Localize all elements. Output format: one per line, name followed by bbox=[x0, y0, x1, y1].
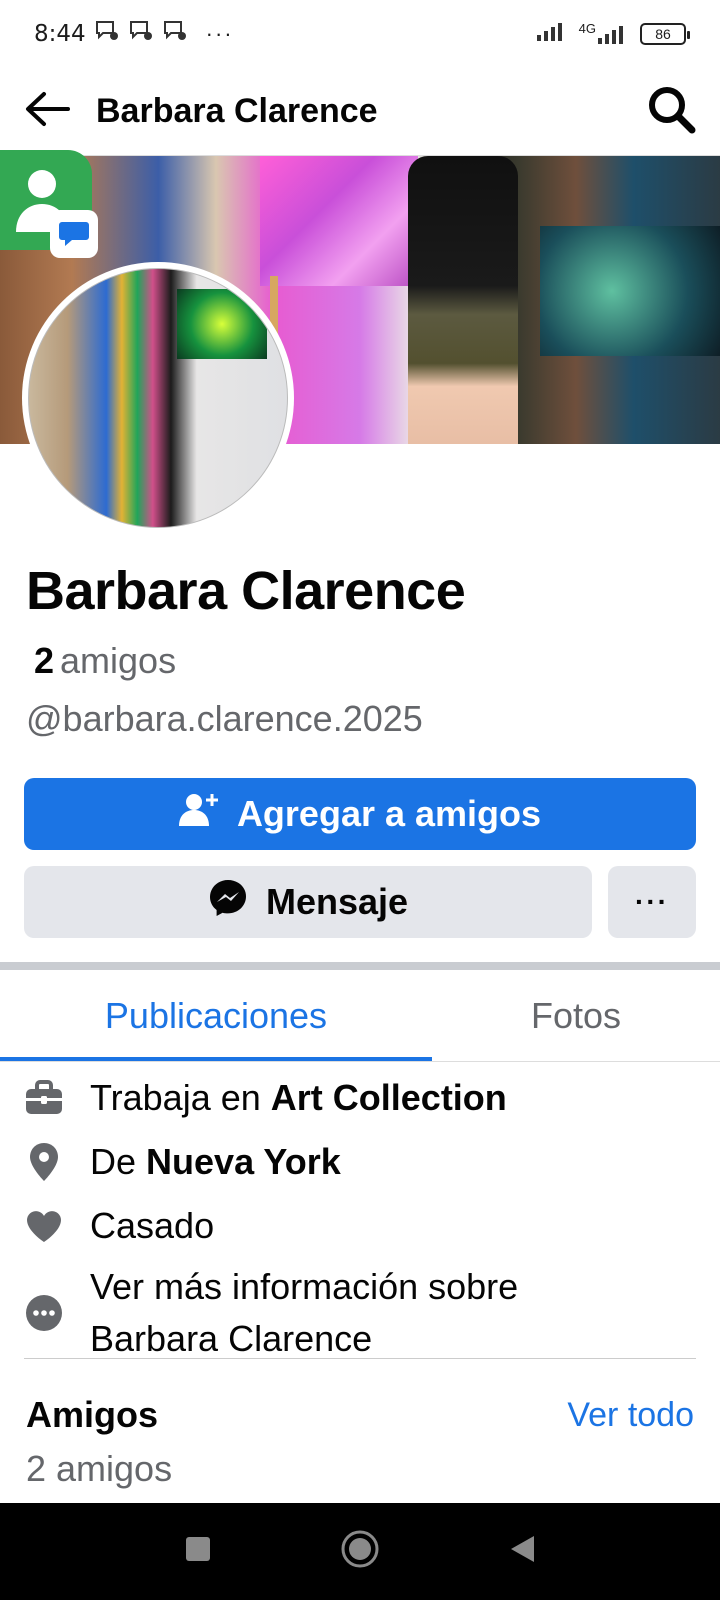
from-place[interactable]: Nueva York bbox=[146, 1141, 341, 1182]
location-pin-icon bbox=[24, 1142, 64, 1182]
intro-section: Trabaja en Art Collection De Nueva York … bbox=[0, 1066, 720, 1368]
chat-notification-icon bbox=[94, 19, 120, 50]
message-button[interactable]: Mensaje bbox=[24, 866, 592, 938]
status-right: 4G 86 bbox=[536, 20, 690, 48]
status-bar: 8:44 ··· 4G 86 bbox=[0, 0, 720, 68]
messenger-icon bbox=[208, 878, 248, 927]
see-all-friends-link[interactable]: Ver todo bbox=[567, 1396, 694, 1435]
friends-word: amigos bbox=[60, 640, 177, 681]
see-more-line1: Ver más información sobre bbox=[90, 1266, 519, 1307]
avatar-photo bbox=[28, 268, 288, 528]
more-notifications-icon: ··· bbox=[205, 21, 234, 46]
briefcase-icon bbox=[24, 1078, 64, 1118]
system-navigation-bar bbox=[0, 1503, 720, 1600]
message-bubble-icon bbox=[50, 210, 98, 258]
back-button-icon[interactable] bbox=[508, 1534, 536, 1569]
signal-icon bbox=[536, 20, 569, 48]
relationship-text: Casado bbox=[90, 1205, 215, 1246]
intro-work-text: Trabaja en Art Collection bbox=[90, 1077, 507, 1119]
intro-divider bbox=[24, 1358, 696, 1359]
profile-avatar[interactable] bbox=[22, 262, 294, 534]
notification-icons bbox=[94, 19, 188, 50]
intro-see-more[interactable]: Ver más información sobre Barbara Claren… bbox=[0, 1258, 720, 1368]
back-arrow-icon[interactable] bbox=[24, 91, 70, 132]
intro-relationship: Casado bbox=[0, 1194, 720, 1258]
intro-from-text: De Nueva York bbox=[90, 1141, 341, 1183]
cover-painting-green bbox=[540, 226, 720, 356]
friends-section-count: 2 amigos bbox=[26, 1448, 173, 1489]
work-prefix: Trabaja en bbox=[90, 1077, 271, 1118]
more-options-button[interactable]: ··· bbox=[608, 866, 696, 938]
heart-icon bbox=[24, 1206, 64, 1246]
network-4g-icon: 4G bbox=[579, 21, 630, 44]
battery-icon: 86 bbox=[640, 23, 690, 45]
see-more-line2: Barbara Clarence bbox=[90, 1318, 373, 1359]
add-friend-icon bbox=[178, 792, 219, 837]
avatar-painting bbox=[177, 289, 267, 359]
work-place[interactable]: Art Collection bbox=[271, 1077, 507, 1118]
recents-button-icon[interactable] bbox=[184, 1535, 212, 1568]
more-info-icon bbox=[24, 1293, 64, 1333]
search-icon[interactable] bbox=[646, 84, 696, 139]
friends-section-title: Amigos bbox=[26, 1394, 159, 1435]
profile-username: @barbara.clarence.2025 bbox=[26, 698, 423, 739]
add-friend-button[interactable]: Agregar a amigos bbox=[24, 778, 696, 850]
status-time: 8:44 bbox=[34, 21, 86, 47]
friends-count[interactable]: 2 amigos bbox=[34, 640, 176, 682]
profile-name: Barbara Clarence bbox=[26, 561, 466, 621]
tab-publicaciones[interactable]: Publicaciones bbox=[0, 970, 432, 1061]
chat-notification-icon bbox=[128, 19, 154, 50]
cover-painting-pink bbox=[260, 156, 418, 286]
contact-shortcut-badge[interactable] bbox=[0, 150, 98, 258]
add-friend-label: Agregar a amigos bbox=[236, 793, 542, 834]
friends-number: 2 bbox=[34, 640, 55, 681]
cover-person bbox=[408, 156, 518, 444]
message-label: Mensaje bbox=[265, 881, 409, 922]
chat-notification-icon bbox=[162, 19, 188, 50]
intro-work: Trabaja en Art Collection bbox=[0, 1066, 720, 1130]
profile-tabs: Publicaciones Fotos bbox=[0, 970, 720, 1062]
more-dots-icon: ··· bbox=[635, 886, 669, 917]
intro-from: De Nueva York bbox=[0, 1130, 720, 1194]
tab-fotos[interactable]: Fotos bbox=[432, 970, 720, 1061]
page-title: Barbara Clarence bbox=[96, 92, 378, 130]
see-more-info-text: Ver más información sobre Barbara Claren… bbox=[90, 1261, 518, 1365]
section-separator bbox=[0, 962, 720, 970]
from-prefix: De bbox=[90, 1141, 147, 1182]
top-app-bar: Barbara Clarence bbox=[0, 68, 720, 156]
home-button-icon[interactable] bbox=[340, 1529, 380, 1574]
